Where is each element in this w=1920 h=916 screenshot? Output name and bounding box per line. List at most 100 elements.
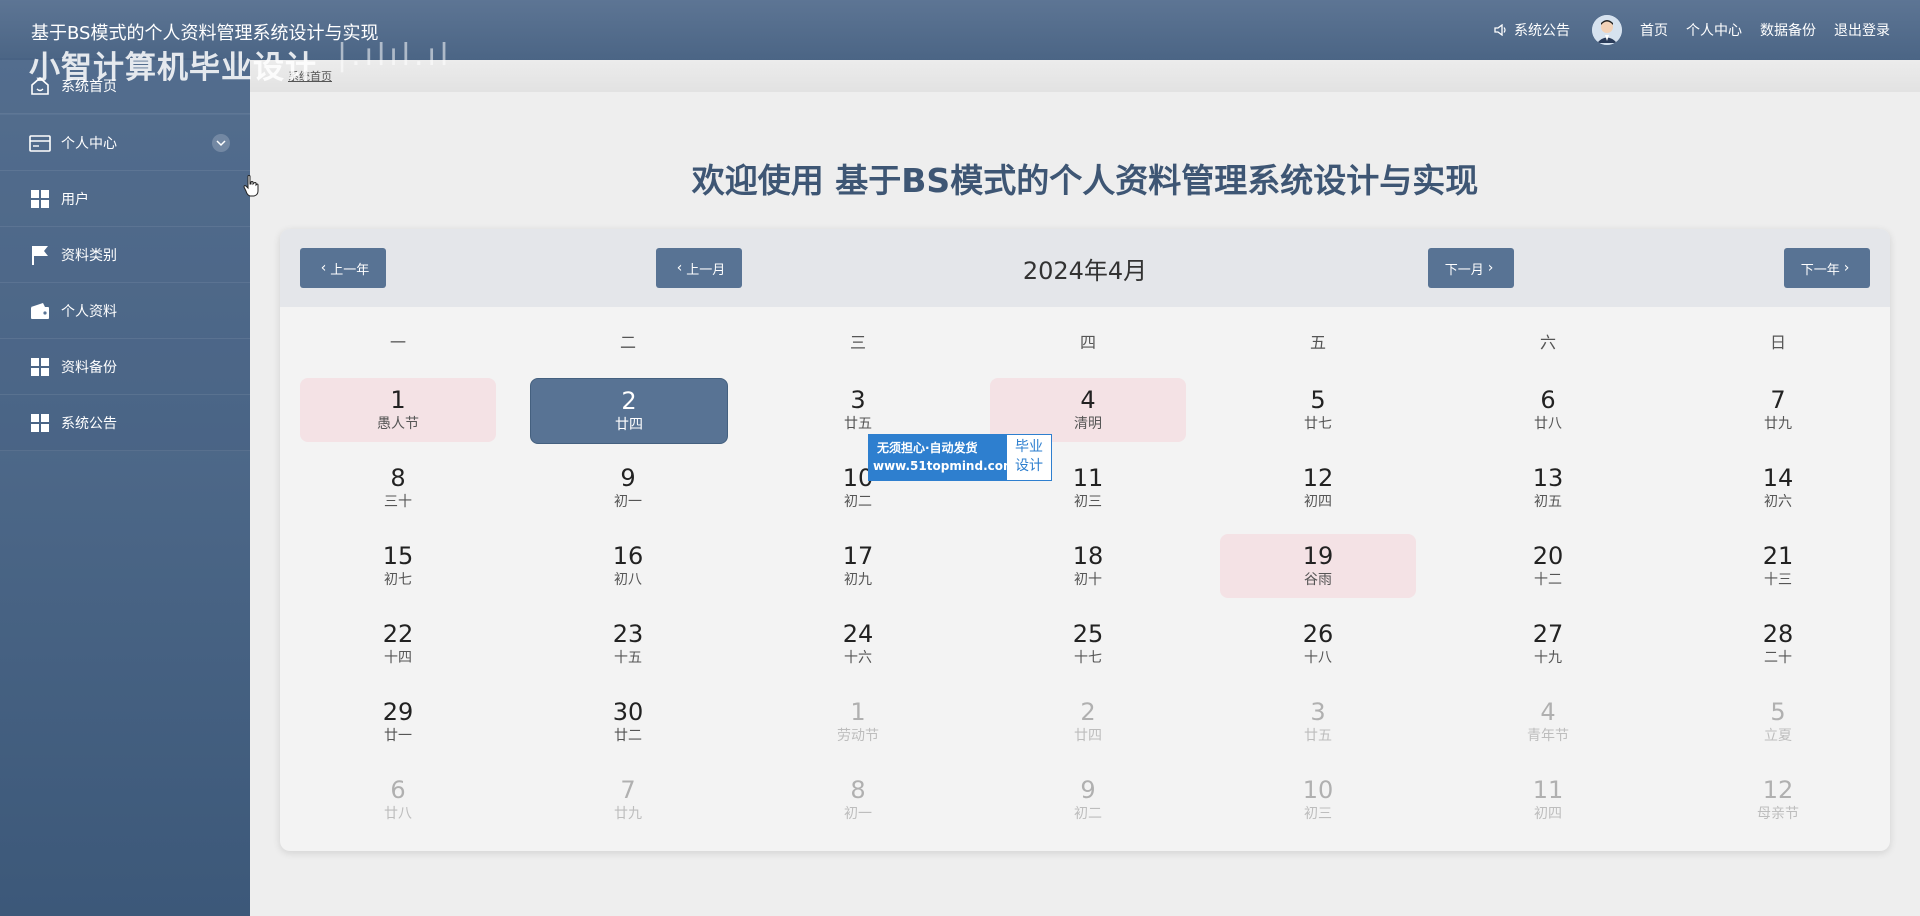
grid-icon xyxy=(27,186,53,212)
calendar-day[interactable]: 1 劳动节 xyxy=(760,690,956,754)
calendar-day[interactable]: 24 十六 xyxy=(760,612,956,676)
calendar-day[interactable]: 30 廿二 xyxy=(530,690,726,754)
next-month-button[interactable]: 下一月 › xyxy=(1428,248,1514,288)
day-number: 1 xyxy=(390,386,406,414)
calendar-day[interactable]: 10 初三 xyxy=(1220,768,1416,832)
day-number: 3 xyxy=(850,386,866,414)
day-lunar-label: 廿八 xyxy=(384,806,412,822)
calendar-day[interactable]: 26 十八 xyxy=(1220,612,1416,676)
sidebar-item-categories[interactable]: 资料类别 xyxy=(0,227,250,283)
nav-logout-link[interactable]: 退出登录 xyxy=(1834,20,1890,40)
next-year-button[interactable]: 下一年 › xyxy=(1784,248,1870,288)
calendar-day[interactable]: 19 谷雨 xyxy=(1220,534,1416,598)
avatar[interactable] xyxy=(1592,15,1622,45)
calendar-day[interactable]: 3 廿五 xyxy=(1220,690,1416,754)
promo-badge-label: 毕业 设计 xyxy=(1007,435,1051,480)
day-lunar-label: 廿五 xyxy=(844,416,872,432)
calendar-day[interactable]: 8 三十 xyxy=(300,456,496,520)
day-number: 28 xyxy=(1762,620,1794,648)
sidebar-item-users[interactable]: 用户 xyxy=(0,171,250,227)
day-number: 5 xyxy=(1310,386,1326,414)
calendar-day[interactable]: 6 廿八 xyxy=(1450,378,1646,442)
calendar-day[interactable]: 29 廿一 xyxy=(300,690,496,754)
calendar-day[interactable]: 5 立夏 xyxy=(1680,690,1876,754)
calendar-day[interactable]: 4 清明 xyxy=(990,378,1186,442)
calendar-day-today[interactable]: 2 廿四 xyxy=(530,378,728,444)
sidebar-item-label: 个人中心 xyxy=(61,135,117,152)
card-icon xyxy=(27,130,53,156)
calendar-day[interactable]: 8 初一 xyxy=(760,768,956,832)
calendar-day[interactable]: 22 十四 xyxy=(300,612,496,676)
announcement-link[interactable]: 系统公告 xyxy=(1494,20,1570,40)
chevron-right-icon: › xyxy=(1843,260,1850,276)
nav-profile-link[interactable]: 个人中心 xyxy=(1686,20,1742,40)
watermark-marks: |.ılıl.ıl xyxy=(337,38,453,73)
sidebar-item-label: 个人资料 xyxy=(61,303,117,320)
calendar-day[interactable]: 25 十七 xyxy=(990,612,1186,676)
day-number: 4 xyxy=(1540,698,1556,726)
page-title: 欢迎使用 基于BS模式的个人资料管理系统设计与实现 xyxy=(691,161,1479,200)
nav-home-link[interactable]: 首页 xyxy=(1640,20,1668,40)
day-lunar-label: 十九 xyxy=(1534,650,1562,666)
next-month-label: 下一月 xyxy=(1444,262,1484,278)
calendar-title: 2024年4月 xyxy=(1022,257,1148,285)
day-lunar-label: 廿四 xyxy=(1074,728,1102,744)
calendar-day[interactable]: 7 廿九 xyxy=(530,768,726,832)
day-lunar-label: 初十 xyxy=(1074,572,1102,588)
calendar-day[interactable]: 13 初五 xyxy=(1450,456,1646,520)
flag-icon xyxy=(27,242,53,268)
day-lunar-label: 初八 xyxy=(614,572,642,588)
calendar-day[interactable]: 12 初四 xyxy=(1220,456,1416,520)
calendar-day[interactable]: 27 十九 xyxy=(1450,612,1646,676)
sidebar: 系统首页 个人中心 用户 资料类别 个人资料 资料备份 系统公告 xyxy=(0,58,250,916)
day-number: 8 xyxy=(390,464,406,492)
calendar-day[interactable]: 14 初六 xyxy=(1680,456,1876,520)
calendar-day[interactable]: 2 廿四 xyxy=(990,690,1186,754)
calendar-day[interactable]: 28 二十 xyxy=(1680,612,1876,676)
calendar-day[interactable]: 9 初二 xyxy=(990,768,1186,832)
day-number: 12 xyxy=(1302,464,1334,492)
calendar-day[interactable]: 12 母亲节 xyxy=(1680,768,1876,832)
weekday-row: 一二三四五六日 xyxy=(280,329,1890,353)
day-lunar-label: 初三 xyxy=(1304,806,1332,822)
day-number: 7 xyxy=(620,776,636,804)
promo-badge[interactable]: 无须担心·自动发货 www.51topmind.com 毕业 设计 xyxy=(868,434,1052,481)
sidebar-item-announcements[interactable]: 系统公告 xyxy=(0,395,250,451)
day-lunar-label: 廿七 xyxy=(1304,416,1332,432)
day-number: 27 xyxy=(1532,620,1564,648)
calendar-day[interactable]: 20 十二 xyxy=(1450,534,1646,598)
calendar-day[interactable]: 6 廿八 xyxy=(300,768,496,832)
day-number: 9 xyxy=(620,464,636,492)
calendar-day[interactable]: 7 廿九 xyxy=(1680,378,1876,442)
sidebar-item-personal-files[interactable]: 个人资料 xyxy=(0,283,250,339)
day-number: 29 xyxy=(382,698,414,726)
sidebar-item-profile[interactable]: 个人中心 xyxy=(0,115,250,171)
day-lunar-label: 廿四 xyxy=(615,417,643,433)
day-number: 10 xyxy=(1302,776,1334,804)
calendar-day[interactable]: 4 青年节 xyxy=(1450,690,1646,754)
sidebar-item-backup[interactable]: 资料备份 xyxy=(0,339,250,395)
chevron-down-icon[interactable] xyxy=(212,133,230,152)
calendar-day[interactable]: 1 愚人节 xyxy=(300,378,496,442)
day-number: 3 xyxy=(1310,698,1326,726)
day-number: 11 xyxy=(1532,776,1564,804)
calendar-day[interactable]: 23 十五 xyxy=(530,612,726,676)
calendar-day[interactable]: 3 廿五 xyxy=(760,378,956,442)
nav-backup-link[interactable]: 数据备份 xyxy=(1760,20,1816,40)
calendar-day[interactable]: 17 初九 xyxy=(760,534,956,598)
day-lunar-label: 初五 xyxy=(1534,494,1562,510)
day-number: 15 xyxy=(382,542,414,570)
day-number: 1 xyxy=(850,698,866,726)
day-lunar-label: 十二 xyxy=(1534,572,1562,588)
calendar-day[interactable]: 16 初八 xyxy=(530,534,726,598)
calendar-day[interactable]: 15 初七 xyxy=(300,534,496,598)
calendar: ‹ 上一年 ‹ 上一月 2024年4月 下一月 › 下一年 › 一 二 三 四 五 六 日 1 愚人节… xyxy=(280,229,1890,851)
calendar-day[interactable]: 11 初四 xyxy=(1450,768,1646,832)
calendar-day[interactable]: 9 初一 xyxy=(530,456,726,520)
day-lunar-label: 初四 xyxy=(1304,494,1332,510)
calendar-day[interactable]: 18 初十 xyxy=(990,534,1186,598)
calendar-day[interactable]: 21 十三 xyxy=(1680,534,1876,598)
calendar-day[interactable]: 5 廿七 xyxy=(1220,378,1416,442)
hand-cursor-icon xyxy=(243,175,261,201)
day-number: 6 xyxy=(1540,386,1556,414)
